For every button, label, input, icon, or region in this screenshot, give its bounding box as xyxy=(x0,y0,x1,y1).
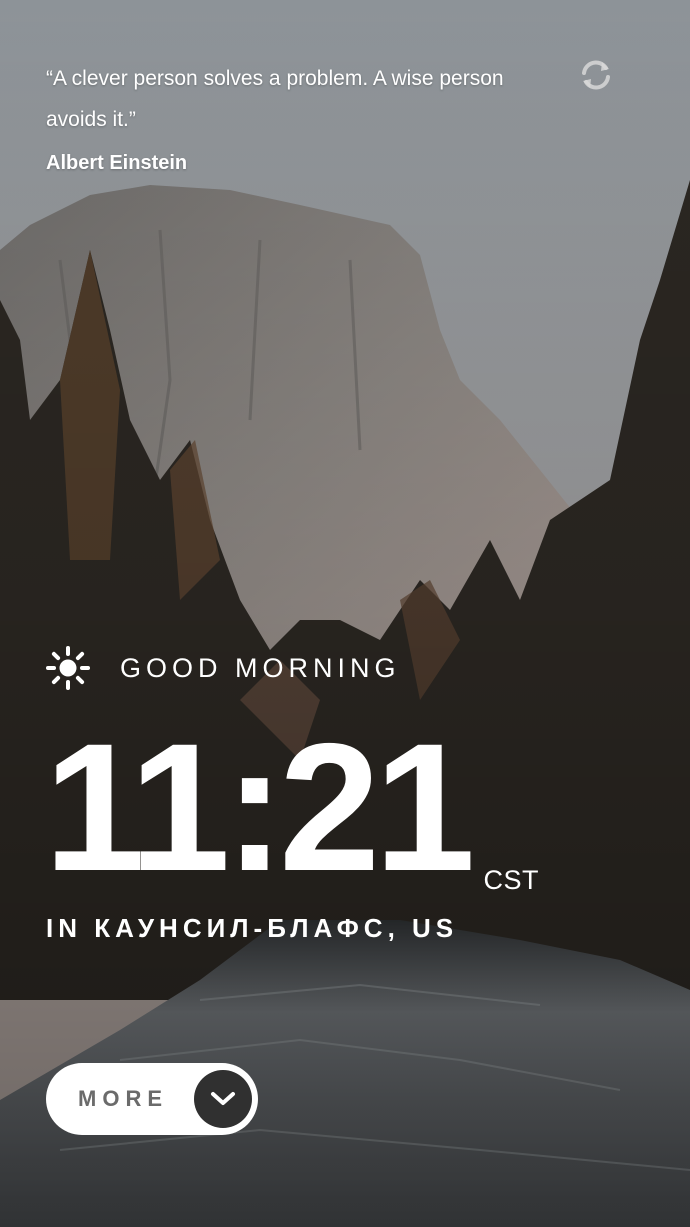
greeting-text: GOOD MORNING xyxy=(120,652,401,683)
clock-time: 11:21 xyxy=(44,705,475,909)
background-image xyxy=(0,0,690,1227)
more-button-label: MORE xyxy=(78,1086,168,1111)
quote-section: “A clever person solves a problem. A wis… xyxy=(46,58,586,175)
greeting: GOOD MORNING xyxy=(46,646,401,690)
more-button[interactable]: MORE xyxy=(46,1063,258,1135)
location-text: IN КАУНСИЛ-БЛАФС, US xyxy=(46,913,459,943)
chevron-down-icon xyxy=(194,1070,252,1128)
clock: 11:21 CST xyxy=(44,705,539,909)
quote-text: “A clever person solves a problem. A wis… xyxy=(46,67,504,131)
clock-timezone: CST xyxy=(483,865,539,895)
quote-author: Albert Einstein xyxy=(46,152,188,174)
sun-icon xyxy=(46,646,90,690)
refresh-icon[interactable] xyxy=(578,57,614,93)
